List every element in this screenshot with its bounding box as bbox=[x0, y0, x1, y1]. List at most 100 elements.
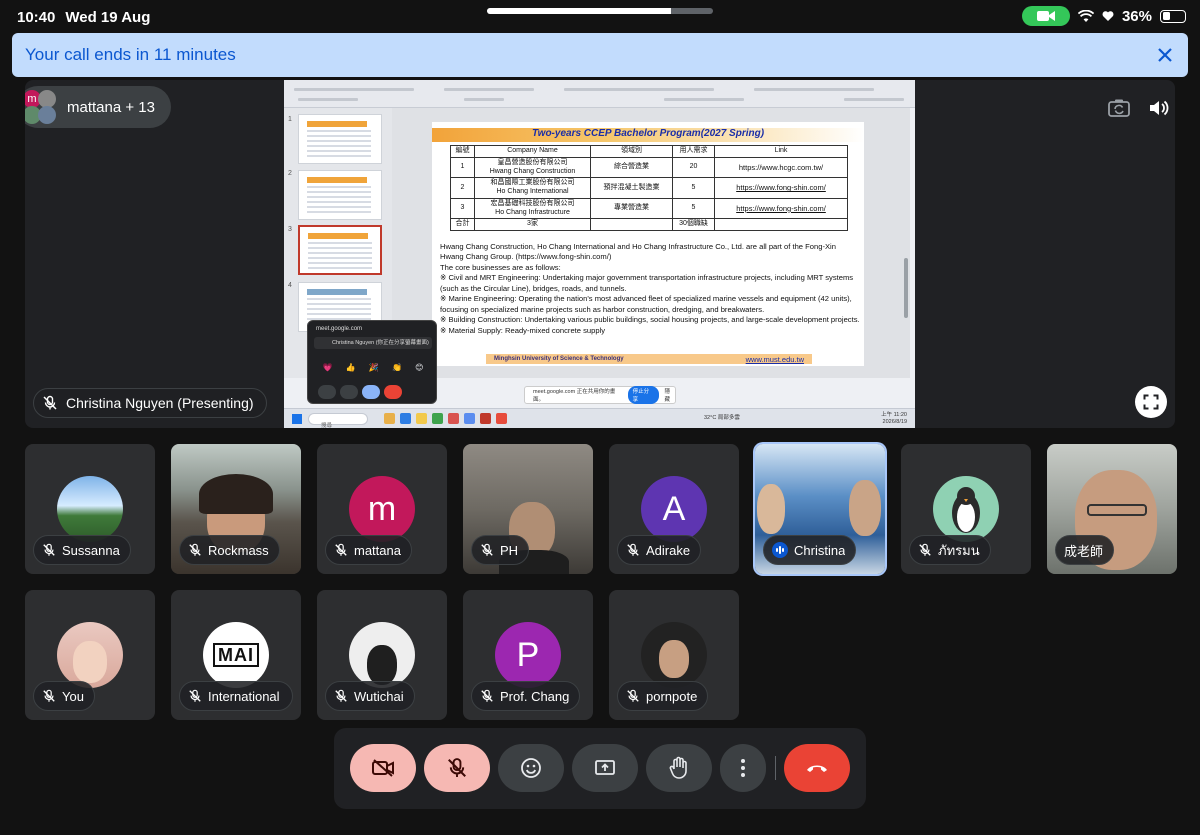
banner-close-button[interactable] bbox=[1152, 42, 1178, 68]
mic-off-icon bbox=[335, 689, 347, 702]
penguin-icon bbox=[952, 487, 980, 533]
windows-taskbar: 搜尋 32°C 局部多雲 上午 11:20 2026/8/19 bbox=[284, 408, 915, 428]
table-link: https://www.fong-shin.com/ bbox=[714, 197, 848, 220]
participant-video-hair bbox=[199, 474, 273, 514]
mini-presenting-row: Christina Nguyen (你正在分享螢幕畫面) bbox=[314, 337, 432, 349]
avatar bbox=[57, 622, 123, 688]
close-icon bbox=[1158, 48, 1172, 62]
audio-output-button[interactable] bbox=[1145, 94, 1173, 122]
slide-paragraph: Hwang Chang Construction, Ho Chang Inter… bbox=[440, 242, 860, 336]
participant-label: International Talent bbox=[179, 681, 293, 711]
status-time: 10:40 Wed 19 Aug bbox=[17, 9, 150, 26]
avatar: P bbox=[495, 622, 561, 688]
mini-controls bbox=[318, 385, 402, 399]
participant-tile[interactable]: 成老師 bbox=[1047, 444, 1177, 574]
raise-hand-button[interactable] bbox=[646, 744, 712, 792]
mic-toggle-button[interactable] bbox=[424, 744, 490, 792]
company-en: Ho Chang International bbox=[496, 188, 569, 195]
table-cell: 5 bbox=[672, 177, 715, 199]
presenter-label: Christina Nguyen (Presenting) bbox=[33, 388, 267, 418]
hang-up-button[interactable] bbox=[784, 744, 850, 792]
thumb-number: 4 bbox=[288, 282, 292, 289]
switch-camera-button[interactable] bbox=[1105, 94, 1133, 122]
more-options-button[interactable] bbox=[720, 744, 766, 792]
table-cell: 5 bbox=[672, 197, 715, 220]
participant-avatars: m bbox=[25, 90, 57, 124]
avatar: A bbox=[641, 476, 707, 542]
participant-name: ภัทรมน bbox=[938, 542, 980, 558]
app-icon bbox=[416, 413, 427, 424]
participant-video-face bbox=[849, 480, 881, 536]
footer-website: www.must.edu.tw bbox=[745, 354, 804, 364]
company-zh: 和昌國際工業股份有限公司 bbox=[490, 179, 575, 187]
mic-off-icon bbox=[448, 758, 466, 777]
slide-scrollbar[interactable] bbox=[904, 258, 908, 318]
table-row: 3 宏昌基礎科技股份有限公司 Ho Chang Infrastructure 專業… bbox=[450, 197, 848, 220]
participant-name: PH bbox=[500, 542, 519, 558]
call-end-icon bbox=[807, 765, 827, 772]
participant-label: ภัทรมน bbox=[909, 535, 991, 565]
slide: Two-years CCEP Bachelor Program(2027 Spr… bbox=[432, 122, 864, 366]
participant-tile[interactable]: PH bbox=[463, 444, 593, 574]
participant-video-glasses bbox=[1087, 504, 1147, 516]
participant-name: Prof. Chang bbox=[500, 688, 570, 704]
reactions-button[interactable] bbox=[498, 744, 564, 792]
participant-tile[interactable]: A Adirake bbox=[609, 444, 739, 574]
table-cell: 1 bbox=[450, 156, 475, 179]
participant-tile[interactable]: MAI International Talent bbox=[171, 590, 301, 720]
share-notice-text: meet.google.com 正在共用你的畫面。 bbox=[533, 389, 616, 403]
app-icon bbox=[448, 413, 459, 424]
table-cell: 3 bbox=[450, 197, 475, 220]
company-en: Ho Chang Infrastructure bbox=[495, 208, 570, 216]
company-zh: 宏昌基礎科技股份有限公司 bbox=[490, 199, 575, 207]
participant-tile[interactable]: P Prof. Chang bbox=[463, 590, 593, 720]
present-screen-button[interactable] bbox=[572, 744, 638, 792]
camera-toggle-button[interactable] bbox=[350, 744, 416, 792]
avatar-letter: m bbox=[367, 489, 397, 528]
multitask-indicator[interactable] bbox=[487, 8, 713, 14]
participant-tile[interactable]: Sussanna bbox=[25, 444, 155, 574]
mini-cam-icon bbox=[340, 385, 358, 399]
participant-tile[interactable]: m mattana bbox=[317, 444, 447, 574]
windows-start-icon bbox=[292, 414, 302, 424]
participant-label: Wutichai bbox=[325, 681, 415, 711]
participant-label: Rockmass bbox=[179, 535, 280, 565]
table-cell bbox=[590, 218, 673, 231]
table-cell: 和昌國際工業股份有限公司 Ho Chang International bbox=[474, 177, 591, 199]
wifi-icon bbox=[1077, 9, 1094, 22]
thumb-number: 1 bbox=[288, 116, 292, 123]
video-off-icon bbox=[372, 759, 394, 777]
thumbs-up-emoji-icon: 👍 bbox=[345, 363, 356, 372]
battery-icon bbox=[1160, 9, 1186, 23]
slide-thumb-3[interactable] bbox=[298, 225, 382, 275]
participant-tile[interactable]: pornpote bbox=[609, 590, 739, 720]
table-header: Company Name bbox=[474, 145, 591, 158]
table-cell: 20 bbox=[672, 156, 715, 179]
participant-tile[interactable]: Wutichai bbox=[317, 590, 447, 720]
participant-tile-speaking[interactable]: Christina bbox=[755, 444, 885, 574]
participant-tile[interactable]: You bbox=[25, 590, 155, 720]
participant-tile[interactable]: Rockmass bbox=[171, 444, 301, 574]
app-icon bbox=[384, 413, 395, 424]
participants-button[interactable]: m mattana + 13 bbox=[25, 86, 171, 128]
avatar-letter: A bbox=[662, 489, 686, 528]
footer-school: Minghsin University of Science & Technol… bbox=[494, 356, 624, 362]
slide-thumb-1[interactable] bbox=[298, 114, 382, 164]
mini-share-icon bbox=[362, 385, 380, 399]
slide-thumb-2[interactable] bbox=[298, 170, 382, 220]
participant-name: Rockmass bbox=[208, 542, 269, 558]
participant-tile[interactable]: ภัทรมน bbox=[901, 444, 1031, 574]
thumb-number: 3 bbox=[288, 226, 292, 233]
mic-off-icon bbox=[481, 543, 493, 556]
table-cell: 2 bbox=[450, 177, 475, 199]
para-line: ※ Civil and MRT Engineering: Undertaking… bbox=[440, 273, 854, 293]
participant-label: Christina bbox=[763, 535, 857, 565]
taskbar-search-text: 搜尋 bbox=[321, 423, 333, 428]
company-en: Hwang Chang Construction bbox=[489, 167, 576, 175]
more-vert-icon bbox=[741, 759, 745, 777]
mini-reactions: 💗 👍 🎉 👏 😊 bbox=[316, 363, 430, 377]
participant-name: Sussanna bbox=[62, 542, 120, 558]
fullscreen-button[interactable] bbox=[1135, 386, 1167, 418]
app-icon bbox=[464, 413, 475, 424]
mini-url: meet.google.com bbox=[316, 326, 363, 332]
